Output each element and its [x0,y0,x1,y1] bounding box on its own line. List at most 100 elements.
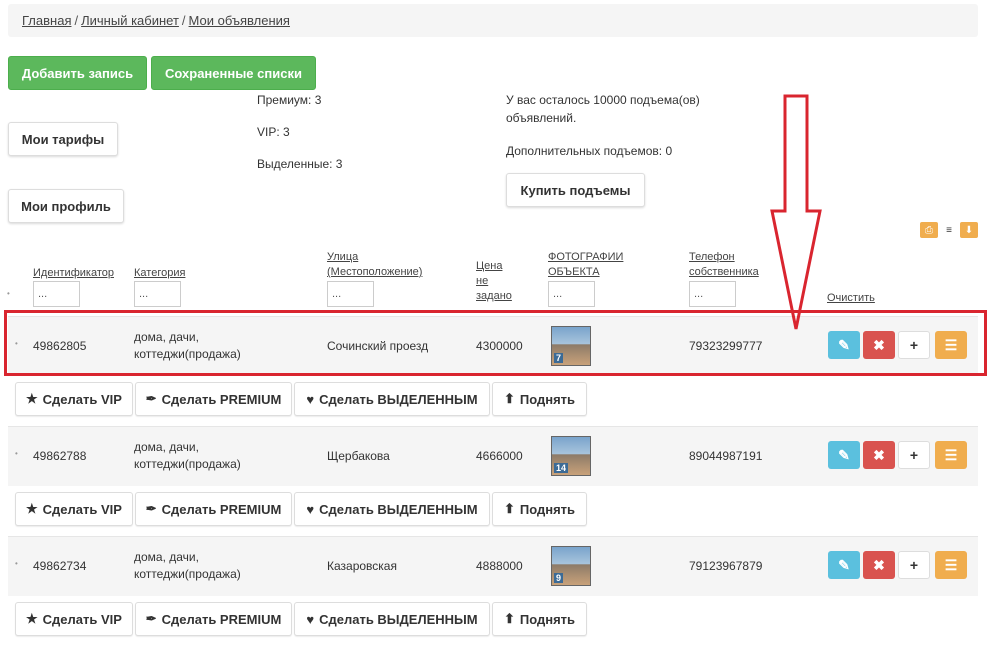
add-record-button[interactable]: Добавить запись [8,56,147,90]
times-icon: ✖ [873,556,885,573]
row-actions-bar: ★ Сделать VIP ✒ Сделать PREMIUM ♥ Сделать В… [8,596,978,644]
make-premium-button[interactable]: ✒ Сделать PREMIUM [135,382,292,416]
raise-label: Поднять [519,611,576,627]
row-category-line1: дома, дачи, [134,550,199,564]
make-premium-label: Сделать PREMIUM [161,611,282,627]
header-photos-line2: ОБЪЕКТА [548,266,600,278]
premium-count: Премиум: 3 [257,93,322,107]
row-price: 4888000 [476,559,523,573]
raise-button[interactable]: ⬆ Поднять [492,382,587,416]
filter-street-input[interactable]: ... [327,281,374,307]
breadcrumb-cabinet[interactable]: Личный кабинет [81,13,179,28]
star-icon: ★ [26,501,38,516]
annotation-down-arrow-icon [770,94,822,330]
my-tariffs-button[interactable]: Мои тарифы [8,122,118,156]
make-premium-label: Сделать PREMIUM [161,391,282,407]
row-actions-bar: ★ Сделать VIP ✒ Сделать PREMIUM ♥ Сделать В… [8,376,978,424]
raise-button[interactable]: ⬆ Поднять [492,602,587,636]
row-category: дома, дачи, коттеджи(продажа) [134,439,241,473]
pin-icon: ✒ [145,611,157,626]
make-highlighted-button[interactable]: ♥ Сделать ВЫДЕЛЕННЫМ [294,602,490,636]
download-icon[interactable]: ⬇ [960,222,978,238]
table-row: • 49862788 дома, дачи, коттеджи(продажа) … [8,426,978,486]
remaining-lifts-line1: У вас осталось 10000 подъема(ов) [506,93,700,107]
remaining-lifts-line2: объявлений. [506,111,577,125]
pin-icon: ✒ [145,501,157,516]
header-street-line2: (Местоположение) [327,266,423,278]
header-phone[interactable]: Телефон собственника [689,250,759,280]
clear-filters-link[interactable]: Очистить [827,291,875,306]
make-highlighted-button[interactable]: ♥ Сделать ВЫДЕЛЕННЫМ [294,382,490,416]
row-photo-thumbnail[interactable]: 14 [551,436,591,476]
arrow-up-icon: ⬆ [503,611,515,626]
row-category: дома, дачи, коттеджи(продажа) [134,549,241,583]
make-premium-button[interactable]: ✒ Сделать PREMIUM [135,492,292,526]
details-button[interactable]: ☰ [935,441,967,469]
header-photos[interactable]: ФОТОГРАФИИ ОБЪЕКТА [548,250,623,280]
annotation-highlight-box [4,310,987,376]
breadcrumb-my-ads[interactable]: Мои объявления [189,13,290,28]
additional-lifts: Дополнительных подъемов: 0 [506,144,673,158]
row-category-line2: коттеджи(продажа) [134,567,241,581]
delete-button[interactable]: ✖ [863,551,895,579]
make-premium-label: Сделать PREMIUM [161,501,282,517]
row-id: 49862734 [33,559,87,573]
header-street[interactable]: Улица (Местоположение) [327,250,422,280]
make-vip-label: Сделать VIP [42,611,122,627]
times-icon: ✖ [873,446,885,463]
filter-category-input[interactable]: ... [134,281,181,307]
highlighted-count: Выделенные: 3 [257,157,343,171]
heart-icon: ♥ [306,611,315,627]
breadcrumb: Главная / Личный кабинет / Мои объявления [8,4,978,37]
buy-lifts-button[interactable]: Купить подъемы [506,173,645,207]
header-id[interactable]: Идентификатор [33,266,114,281]
breadcrumb-home[interactable]: Главная [22,13,71,28]
edit-button[interactable]: ✎ [828,551,860,579]
list-icon: ☰ [944,446,958,463]
make-vip-button[interactable]: ★ Сделать VIP [15,602,133,636]
filter-phone-input[interactable]: ... [689,281,736,307]
make-highlighted-button[interactable]: ♥ Сделать ВЫДЕЛЕННЫМ [294,492,490,526]
table-toolbar: ⎙ ≡ ⬇ [920,222,978,238]
header-photos-line1: ФОТОГРАФИИ [548,251,624,263]
filter-id-input[interactable]: ... [33,281,80,307]
star-icon: ★ [26,611,38,626]
header-phone-line2: собственника [689,266,759,278]
pencil-icon: ✎ [838,556,850,573]
row-bullet: • [15,559,18,568]
table-row: • 49862734 дома, дачи, коттеджи(продажа) … [8,536,978,596]
arrow-up-icon: ⬆ [503,391,515,406]
plus-icon: + [909,447,919,463]
star-icon: ★ [26,391,38,406]
header-bullet: • [7,289,10,298]
print-icon[interactable]: ⎙ [920,222,938,238]
edit-button[interactable]: ✎ [828,441,860,469]
pencil-icon: ✎ [838,446,850,463]
make-vip-label: Сделать VIP [42,501,122,517]
delete-button[interactable]: ✖ [863,441,895,469]
make-vip-button[interactable]: ★ Сделать VIP [15,382,133,416]
saved-lists-button[interactable]: Сохраненные списки [151,56,316,90]
list-icon: ☰ [944,556,958,573]
add-button[interactable]: + [898,551,930,579]
row-photo-thumbnail[interactable]: 9 [551,546,591,586]
make-vip-label: Сделать VIP [42,391,122,407]
make-vip-button[interactable]: ★ Сделать VIP [15,492,133,526]
make-premium-button[interactable]: ✒ Сделать PREMIUM [135,602,292,636]
details-button[interactable]: ☰ [935,551,967,579]
menu-icon[interactable]: ≡ [940,222,958,238]
row-price: 4666000 [476,449,523,463]
breadcrumb-separator: / [74,13,79,28]
make-highlighted-label: Сделать ВЫДЕЛЕННЫМ [319,611,478,627]
heart-icon: ♥ [306,501,315,517]
raise-button[interactable]: ⬆ Поднять [492,492,587,526]
header-price[interactable]: Цена не задано [476,259,512,304]
add-button[interactable]: + [898,441,930,469]
my-profile-button[interactable]: Мои профиль [8,189,124,223]
header-street-line1: Улица [327,251,359,263]
filter-photos-input[interactable]: ... [548,281,595,307]
plus-icon: + [909,557,919,573]
heart-icon: ♥ [306,391,315,407]
header-category[interactable]: Категория [134,266,185,281]
row-phone: 89044987191 [689,449,763,463]
